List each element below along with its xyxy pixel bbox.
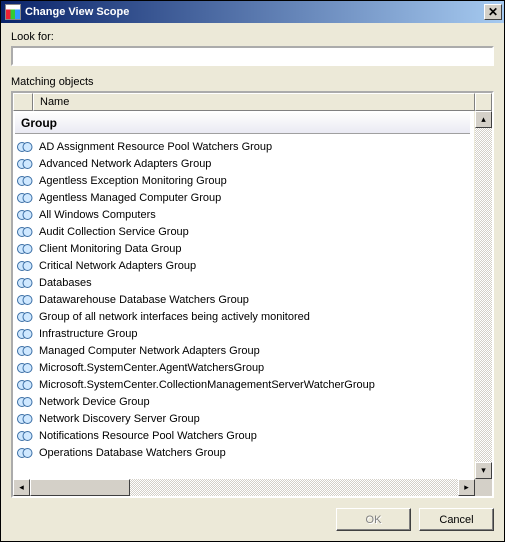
chevron-left-icon: ◂ [19,482,24,493]
scroll-corner [475,479,492,496]
group-icon [17,311,33,323]
chevron-down-icon: ▾ [481,465,486,476]
scroll-up-button[interactable]: ▴ [475,111,492,128]
list-header: Name [13,93,492,111]
client-area: Look for: Matching objects Name Group [1,23,504,541]
list-item-label: Agentless Managed Computer Group [39,192,221,204]
list-item[interactable]: All Windows Computers [13,206,474,223]
scroll-down-button[interactable]: ▾ [475,462,492,479]
list-item-label: AD Assignment Resource Pool Watchers Gro… [39,141,272,153]
list-item-label: Client Monitoring Data Group [39,243,181,255]
list-item[interactable]: Microsoft.SystemCenter.AgentWatchersGrou… [13,359,474,376]
list-caption: Matching objects [11,76,494,88]
list-item[interactable]: Advanced Network Adapters Group [13,155,474,172]
titlebar: Change View Scope ✕ [1,1,504,23]
list-item-label: Group of all network interfaces being ac… [39,311,310,323]
close-icon: ✕ [488,6,498,18]
group-icon [17,413,33,425]
list-item-label: Databases [39,277,92,289]
list-item[interactable]: Datawarehouse Database Watchers Group [13,291,474,308]
group-icon [17,345,33,357]
list-view[interactable]: Name Group AD Assignment Resource Pool W… [11,91,494,498]
chevron-up-icon: ▴ [481,114,486,125]
column-header-scroll-spacer [475,93,492,111]
list-item[interactable]: Audit Collection Service Group [13,223,474,240]
column-header-icon[interactable] [13,93,33,111]
list-item[interactable]: Operations Database Watchers Group [13,444,474,461]
horizontal-scrollbar[interactable]: ◂ ▸ [13,479,492,496]
list-item-label: Notifications Resource Pool Watchers Gro… [39,430,257,442]
dialog-buttons: OK Cancel [11,498,494,531]
window-title: Change View Scope [25,6,129,18]
list-item[interactable]: Network Device Group [13,393,474,410]
cancel-button[interactable]: Cancel [419,508,494,531]
list-item[interactable]: Group of all network interfaces being ac… [13,308,474,325]
app-icon [5,4,21,20]
list-item[interactable]: AD Assignment Resource Pool Watchers Gro… [13,138,474,155]
group-header: Group [15,113,470,134]
list-item-label: Managed Computer Network Adapters Group [39,345,260,357]
group-icon [17,192,33,204]
list-item-label: Agentless Exception Monitoring Group [39,175,227,187]
group-icon [17,243,33,255]
dialog-window: Change View Scope ✕ Look for: Matching o… [0,0,505,542]
search-label: Look for: [11,31,494,43]
group-icon [17,379,33,391]
list-item-label: Network Discovery Server Group [39,413,200,425]
list-item-label: Infrastructure Group [39,328,137,340]
group-icon [17,209,33,221]
list-item-label: Microsoft.SystemCenter.AgentWatchersGrou… [39,362,264,374]
group-icon [17,226,33,238]
hscroll-track[interactable] [130,479,458,496]
group-icon [17,328,33,340]
hscroll-thumb[interactable] [30,479,130,496]
list-item[interactable]: Network Discovery Server Group [13,410,474,427]
list-item[interactable]: Client Monitoring Data Group [13,240,474,257]
group-icon [17,175,33,187]
chevron-right-icon: ▸ [464,482,469,493]
list-item[interactable]: Agentless Managed Computer Group [13,189,474,206]
list-item[interactable]: Critical Network Adapters Group [13,257,474,274]
list-item-label: Audit Collection Service Group [39,226,189,238]
vertical-scrollbar[interactable]: ▴ ▾ [474,111,492,479]
group-icon [17,430,33,442]
scroll-left-button[interactable]: ◂ [13,479,30,496]
list-item-label: Microsoft.SystemCenter.CollectionManagem… [39,379,375,391]
list-item-label: Datawarehouse Database Watchers Group [39,294,249,306]
list-item[interactable]: Managed Computer Network Adapters Group [13,342,474,359]
group-icon [17,294,33,306]
vscroll-track[interactable] [475,128,492,462]
group-icon [17,447,33,459]
group-icon [17,141,33,153]
list-item-label: All Windows Computers [39,209,156,221]
list-item[interactable]: Agentless Exception Monitoring Group [13,172,474,189]
list-body: Group AD Assignment Resource Pool Watche… [13,111,474,479]
list-container: Name Group AD Assignment Resource Pool W… [11,91,494,498]
list-item[interactable]: Notifications Resource Pool Watchers Gro… [13,427,474,444]
group-icon [17,277,33,289]
list-item-label: Operations Database Watchers Group [39,447,226,459]
list-item[interactable]: Microsoft.SystemCenter.CollectionManagem… [13,376,474,393]
group-icon [17,396,33,408]
search-input[interactable] [11,46,494,66]
list-item-label: Network Device Group [39,396,150,408]
group-icon [17,158,33,170]
ok-button[interactable]: OK [336,508,411,531]
scroll-right-button[interactable]: ▸ [458,479,475,496]
list-item[interactable]: Infrastructure Group [13,325,474,342]
list-item[interactable]: Databases [13,274,474,291]
column-header-name[interactable]: Name [33,93,475,111]
list-item-label: Critical Network Adapters Group [39,260,196,272]
group-icon [17,362,33,374]
close-button[interactable]: ✕ [484,4,502,20]
group-icon [17,260,33,272]
list-item-label: Advanced Network Adapters Group [39,158,211,170]
